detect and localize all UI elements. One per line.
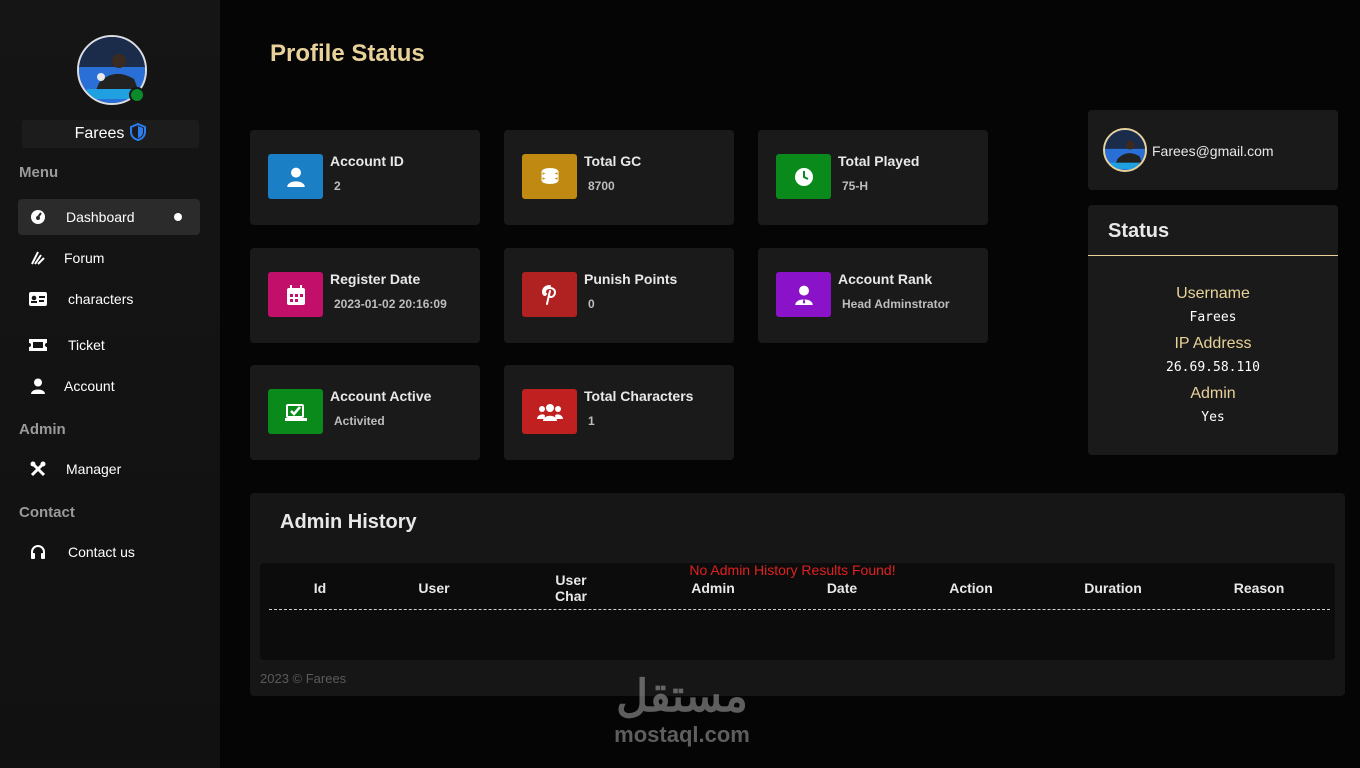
stat-label: Account Active <box>330 388 432 404</box>
admin-user-icon <box>776 272 831 317</box>
header-divider <box>269 609 1330 610</box>
status-card: Status Username Farees IP Address 26.69.… <box>1088 205 1338 455</box>
empty-results-message: No Admin History Results Found! <box>689 562 896 578</box>
sidebar-item-label: Forum <box>64 250 105 266</box>
sidebar-user-name: Farees <box>74 125 125 142</box>
section-label-contact: Contact <box>19 504 75 521</box>
online-status-dot <box>129 87 145 103</box>
headset-icon <box>18 544 58 560</box>
check-box-icon <box>268 389 323 434</box>
status-value-username: Farees <box>1189 310 1237 325</box>
sidebar-item-label: Ticket <box>68 337 105 353</box>
stat-card-register-date: Register Date 2023-01-02 20:16:09 <box>250 248 480 343</box>
dashboard-icon <box>18 209 58 225</box>
profile-avatar-wrap <box>77 35 147 105</box>
admin-history-panel: Admin History Id User User Char Admin Da… <box>250 493 1345 696</box>
admin-history-title: Admin History <box>280 511 417 533</box>
sidebar-item-dashboard[interactable]: Dashboard <box>18 199 200 235</box>
sidebar-item-account[interactable]: Account <box>18 368 200 404</box>
stat-card-total-played: Total Played 75-H <box>758 130 988 225</box>
status-value-ip: 26.69.58.110 <box>1166 360 1260 375</box>
status-label-admin: Admin <box>1190 385 1236 402</box>
stat-value: 0 <box>588 297 595 311</box>
sidebar-item-label: Manager <box>66 461 122 477</box>
stat-card-account-active: Account Active Activited <box>250 365 480 460</box>
page-title: Profile Status <box>270 40 425 67</box>
stat-label: Total Played <box>838 153 920 169</box>
ticket-icon <box>18 339 58 351</box>
watermark-arabic: مستقل <box>616 672 748 721</box>
status-value-admin: Yes <box>1201 410 1225 425</box>
sidebar-item-label: Account <box>64 378 115 394</box>
sidebar-item-forum[interactable]: Forum <box>18 240 200 276</box>
sidebar: Farees Menu Dashboard Forum characters T… <box>0 0 220 768</box>
sidebar-item-label: characters <box>68 291 134 307</box>
id-card-icon <box>18 292 58 306</box>
avatar[interactable] <box>1103 128 1147 172</box>
stat-value: 2 <box>334 179 341 193</box>
sidebar-item-manager[interactable]: Manager <box>18 451 200 487</box>
stat-card-account-id: Account ID 2 <box>250 130 480 225</box>
sidebar-item-label: Dashboard <box>66 209 135 225</box>
stat-card-total-gc: Total GC 8700 <box>504 130 734 225</box>
calendar-icon <box>268 272 323 317</box>
status-label-username: Username <box>1176 285 1250 302</box>
users-icon <box>522 389 577 434</box>
profile-email: Farees@gmail.com <box>1152 143 1274 159</box>
stat-value: Activited <box>334 414 385 428</box>
user-icon <box>268 154 323 199</box>
watermark-latin: mostaql.com <box>614 722 750 747</box>
sidebar-item-label: Contact us <box>68 544 135 560</box>
watermark: مستقل mostaql.com <box>597 672 767 748</box>
status-title: Status <box>1108 220 1170 242</box>
profile-email-card: Farees@gmail.com <box>1088 110 1338 190</box>
stat-card-punish-points: Punish Points 0 <box>504 248 734 343</box>
stat-label: Account ID <box>330 153 404 169</box>
sidebar-item-ticket[interactable]: Ticket <box>18 327 200 363</box>
active-indicator-dot <box>174 213 182 221</box>
forum-icon <box>18 250 58 266</box>
sidebar-user-box: Farees <box>22 120 199 148</box>
stat-label: Total GC <box>584 153 642 169</box>
tools-icon <box>18 461 58 477</box>
stat-label: Total Characters <box>584 388 694 404</box>
sidebar-item-contact-us[interactable]: Contact us <box>18 534 200 570</box>
stat-card-total-characters: Total Characters 1 <box>504 365 734 460</box>
section-label-admin: Admin <box>19 421 66 438</box>
status-label-ip: IP Address <box>1174 335 1252 352</box>
status-divider <box>1088 255 1338 256</box>
sidebar-item-characters[interactable]: characters <box>18 281 200 317</box>
footer-copyright: 2023 © Farees <box>260 671 347 686</box>
stat-label: Account Rank <box>838 271 933 287</box>
clock-icon <box>776 154 831 199</box>
pinterest-icon <box>522 272 577 317</box>
user-icon <box>18 378 58 394</box>
stat-value: 8700 <box>588 179 615 193</box>
stat-value: Head Adminstrator <box>842 297 950 311</box>
stat-card-account-rank: Account Rank Head Adminstrator <box>758 248 988 343</box>
section-label-menu: Menu <box>19 164 59 181</box>
coins-icon <box>522 154 577 199</box>
shield-icon <box>130 122 147 146</box>
stat-value: 1 <box>588 414 595 428</box>
stat-label: Punish Points <box>584 271 678 287</box>
stat-value: 75-H <box>842 179 869 193</box>
stat-value: 2023-01-02 20:16:09 <box>334 297 447 311</box>
stat-label: Register Date <box>330 271 421 287</box>
